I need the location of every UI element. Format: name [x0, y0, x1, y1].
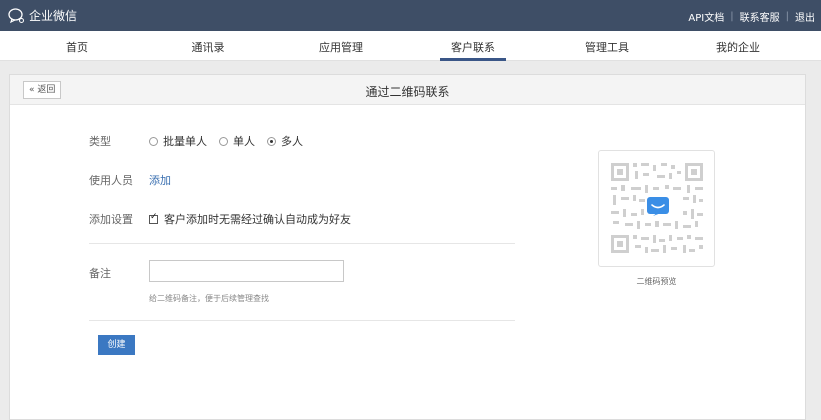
app-title: 企业微信: [29, 9, 78, 23]
contact-support-link[interactable]: 联系客服: [740, 9, 780, 24]
nav-item-my-company[interactable]: 我的企业: [698, 39, 778, 55]
qr-preview-caption: 二维码预览: [636, 277, 677, 286]
page-title: 通过二维码联系: [365, 85, 450, 99]
radio-single[interactable]: [219, 136, 228, 146]
radio-batch-single[interactable]: [149, 136, 158, 146]
nav-item-management-tools[interactable]: 管理工具: [567, 39, 647, 55]
main-nav: 首页 通讯录 应用管理 客户联系 管理工具 我的企业: [0, 31, 821, 61]
radio-label-batch-single[interactable]: 批量单人: [163, 133, 207, 149]
type-radio-group: 批量单人 单人 多人: [149, 133, 315, 149]
link-separator: |: [730, 11, 734, 22]
users-label: 使用人员: [89, 174, 133, 187]
panel-header: « 返回 通过二维码联系: [10, 75, 805, 105]
nav-item-app-management[interactable]: 应用管理: [301, 39, 381, 55]
type-label: 类型: [89, 135, 111, 148]
nav-item-home[interactable]: 首页: [37, 39, 117, 55]
auto-accept-label[interactable]: 客户添加时无需经过确认自动成为好友: [164, 211, 351, 227]
note-hint: 给二维码备注，便于后续管理查找: [149, 294, 269, 303]
nav-active-indicator: [440, 58, 506, 61]
nav-item-customer-contact[interactable]: 客户联系: [433, 39, 513, 55]
link-separator: |: [785, 11, 789, 22]
radio-label-multiple[interactable]: 多人: [281, 133, 303, 149]
radio-label-single[interactable]: 单人: [233, 133, 255, 149]
note-label: 备注: [89, 267, 111, 280]
add-users-link[interactable]: 添加: [149, 172, 171, 188]
settings-label: 添加设置: [89, 213, 133, 226]
top-bar: 企业微信 API文档 | 联系客服 | 退出: [0, 0, 821, 31]
wecom-logo-icon: [8, 8, 24, 24]
api-docs-link[interactable]: API文档: [688, 9, 724, 24]
qr-code-icon: [611, 163, 703, 253]
auto-accept-checkbox[interactable]: [149, 212, 158, 224]
logout-link[interactable]: 退出: [795, 9, 815, 24]
auto-accept-setting: 客户添加时无需经过确认自动成为好友: [149, 211, 351, 227]
divider: [89, 320, 515, 321]
top-links: API文档 | 联系客服 | 退出: [688, 9, 815, 24]
create-button[interactable]: 创建: [98, 335, 135, 355]
note-input[interactable]: [149, 260, 344, 282]
radio-multiple[interactable]: [267, 136, 276, 146]
divider: [89, 243, 515, 244]
qr-preview-card: [598, 150, 715, 267]
nav-item-contacts[interactable]: 通讯录: [168, 39, 248, 55]
brand[interactable]: 企业微信: [8, 7, 77, 24]
